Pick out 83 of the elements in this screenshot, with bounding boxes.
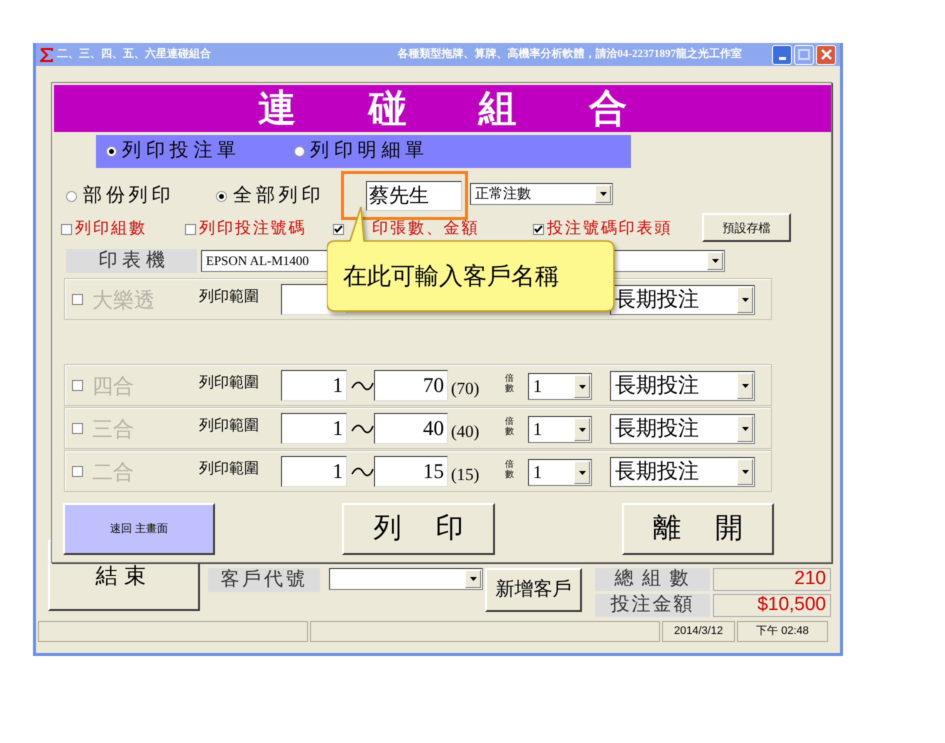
dropdown-button[interactable] [574, 418, 590, 441]
minimize-button[interactable] [772, 44, 792, 64]
option-label: 印張數、金額 [372, 218, 480, 239]
callout-text: 在此可輸入客戶名稱 [343, 261, 559, 292]
combo-value: 長期投注 [614, 415, 699, 442]
caret-icon [742, 298, 748, 302]
total-label: 總 組 數 [595, 568, 710, 591]
caret-icon [742, 384, 748, 388]
dropdown-button[interactable] [737, 287, 753, 313]
range-count: (15) [451, 464, 480, 486]
save-defaults-button[interactable]: 預設存檔 [702, 213, 791, 242]
dropdown-button[interactable] [737, 459, 753, 485]
range-label: 列印範圍 [199, 458, 259, 479]
radio-label: 列 印 投 注 單 [122, 139, 236, 164]
radio-label: 部份列印 [83, 184, 174, 208]
minimize-icon [778, 57, 786, 60]
total-value: $10,500 [713, 594, 831, 617]
caret-icon [742, 427, 748, 431]
radio-label: 全部列印 [233, 184, 324, 208]
range-label: 列印範圍 [199, 372, 259, 393]
customer-code-combo[interactable] [329, 568, 483, 590]
caret-icon [578, 384, 586, 388]
combo-value: 長期投注 [614, 458, 699, 486]
multiplier-label: 倍數 [505, 416, 515, 436]
add-customer-button[interactable]: 新增客戶 [485, 568, 582, 612]
total-label: 投注金額 [595, 594, 710, 617]
back-to-main-button[interactable]: 速回 主畫面 [63, 503, 215, 555]
combo-value: 正常注數 [474, 185, 531, 204]
caret-icon [712, 259, 718, 263]
radio-button[interactable] [106, 146, 117, 157]
multiplier-label: 倍數 [505, 459, 515, 479]
customer-name-field[interactable]: 蔡先生 [366, 181, 462, 211]
status-time: 下午 02:48 [737, 621, 828, 642]
caret-icon [578, 428, 586, 432]
range-label: 列印範圍 [199, 415, 259, 436]
radio-button[interactable] [66, 190, 77, 202]
window-subtitle: 各種類型拖牌、算牌、高機率分析軟體，請洽04-22371897龍之光工作室 [397, 46, 742, 62]
dropdown-button[interactable] [707, 252, 723, 270]
radio-button[interactable] [294, 146, 305, 157]
count-mode-combo[interactable]: 正常注數 [470, 183, 613, 205]
close-button[interactable] [816, 44, 836, 64]
combo-value: EPSON AL-M1400 [205, 252, 309, 270]
sigma-icon [40, 48, 53, 62]
caret-icon [578, 470, 586, 474]
option-label: 列印投注號碼 [199, 218, 307, 239]
combo-value: 長期投注 [614, 372, 699, 400]
option-label: 列印組數 [75, 218, 147, 239]
dropdown-button[interactable] [595, 185, 611, 203]
window-title: 二、三、四、五、六星連碰組合 [57, 46, 211, 62]
checkbox[interactable] [185, 224, 196, 234]
option-label: 投注號碼印表頭 [547, 218, 672, 239]
dialog-header: 連碰組合 [54, 85, 831, 132]
caret-icon [470, 577, 476, 581]
check-icon [334, 225, 343, 233]
range-count: (40) [451, 421, 480, 443]
range-count: (70) [451, 378, 480, 400]
combo-value: 1 [532, 375, 542, 398]
checkbox[interactable] [533, 224, 544, 234]
checkbox[interactable] [333, 224, 344, 234]
dropdown-button[interactable] [574, 461, 590, 484]
dropdown-button[interactable] [574, 375, 590, 398]
dropdown-button[interactable] [737, 416, 753, 442]
check-icon [534, 225, 543, 233]
combo-value: 長期投注 [614, 286, 699, 314]
multiplier-label: 倍數 [505, 373, 515, 393]
exit-button[interactable]: 離開 [622, 503, 774, 555]
caret-icon [742, 470, 748, 474]
status-date: 2014/3/12 [662, 621, 735, 642]
close-icon [820, 49, 832, 60]
caret-icon [600, 192, 606, 196]
range-label: 列印範圍 [199, 286, 259, 307]
checkbox[interactable] [61, 224, 72, 234]
printer-label: 印 表 機 [66, 249, 197, 273]
combo-value: 1 [532, 461, 542, 484]
dropdown-button[interactable] [465, 570, 481, 588]
radio-label: 列 印 明 細 單 [310, 139, 424, 164]
combo-value: 1 [532, 418, 542, 441]
radio-button[interactable] [216, 190, 227, 202]
maximize-icon [798, 49, 810, 60]
total-value: 210 [713, 568, 831, 591]
dropdown-button[interactable] [737, 373, 753, 399]
field-label: 客戶代號 [208, 568, 320, 592]
print-button[interactable]: 列印 [342, 503, 495, 555]
